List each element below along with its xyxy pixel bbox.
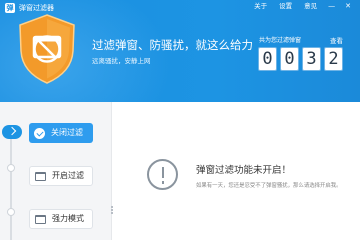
sidebar-item-label: 强力模式 bbox=[52, 214, 84, 223]
sidebar-item-label: 开启过滤 bbox=[52, 171, 84, 180]
counter-digit: 0 bbox=[258, 47, 277, 71]
timeline-dot bbox=[7, 208, 15, 216]
feedback-link[interactable]: 意见 bbox=[298, 1, 323, 11]
counter-digit: 3 bbox=[302, 47, 321, 71]
exclamation-circle-icon bbox=[147, 159, 178, 190]
timeline-dot bbox=[7, 164, 15, 172]
counter-digit: 2 bbox=[324, 47, 343, 71]
view-link[interactable]: 查看 bbox=[330, 37, 343, 45]
active-indicator bbox=[2, 125, 22, 139]
filter-counter: 0 0 3 2 bbox=[258, 47, 343, 71]
window-icon bbox=[35, 214, 46, 224]
disable-filter-button[interactable]: 关闭过滤 bbox=[29, 123, 93, 143]
enable-filter-button[interactable]: 开启过滤 bbox=[29, 166, 93, 186]
sidebar-item-label: 关闭过滤 bbox=[51, 128, 83, 137]
about-link[interactable]: 关于 bbox=[248, 1, 273, 11]
resize-grip[interactable] bbox=[111, 206, 113, 214]
strong-mode-button[interactable]: 强力模式 bbox=[29, 209, 93, 229]
hero-subline: 远离骚扰，安静上网 bbox=[92, 57, 151, 65]
app-logo-icon: 弹 bbox=[5, 3, 15, 13]
chevron-right-icon bbox=[7, 126, 17, 136]
check-circle-icon bbox=[34, 127, 45, 139]
minimize-button[interactable]: — bbox=[323, 1, 340, 11]
hero-headline: 过滤弹窗、防骚扰，就这么给力 bbox=[92, 38, 253, 52]
notice-description: 如果有一天，您还是忍受不了弹窗骚扰，那么请选择开启我。 bbox=[196, 183, 342, 189]
top-menu: 关于 设置 意见 — ✕ bbox=[248, 1, 356, 11]
timeline-line bbox=[10, 132, 12, 240]
notice-title: 弹窗过滤功能未开启！ bbox=[196, 165, 292, 176]
filter-count-label: 共为您过滤弹窗 bbox=[259, 37, 302, 44]
window-icon bbox=[35, 171, 46, 181]
settings-link[interactable]: 设置 bbox=[273, 1, 298, 11]
no-popup-shield-icon bbox=[19, 14, 75, 84]
close-button[interactable]: ✕ bbox=[340, 1, 356, 11]
counter-digit: 0 bbox=[280, 47, 299, 71]
header-banner: 弹 弹窗过滤器 关于 设置 意见 — ✕ 过滤弹窗、防骚扰，就这么给力 远离骚扰… bbox=[0, 0, 360, 102]
